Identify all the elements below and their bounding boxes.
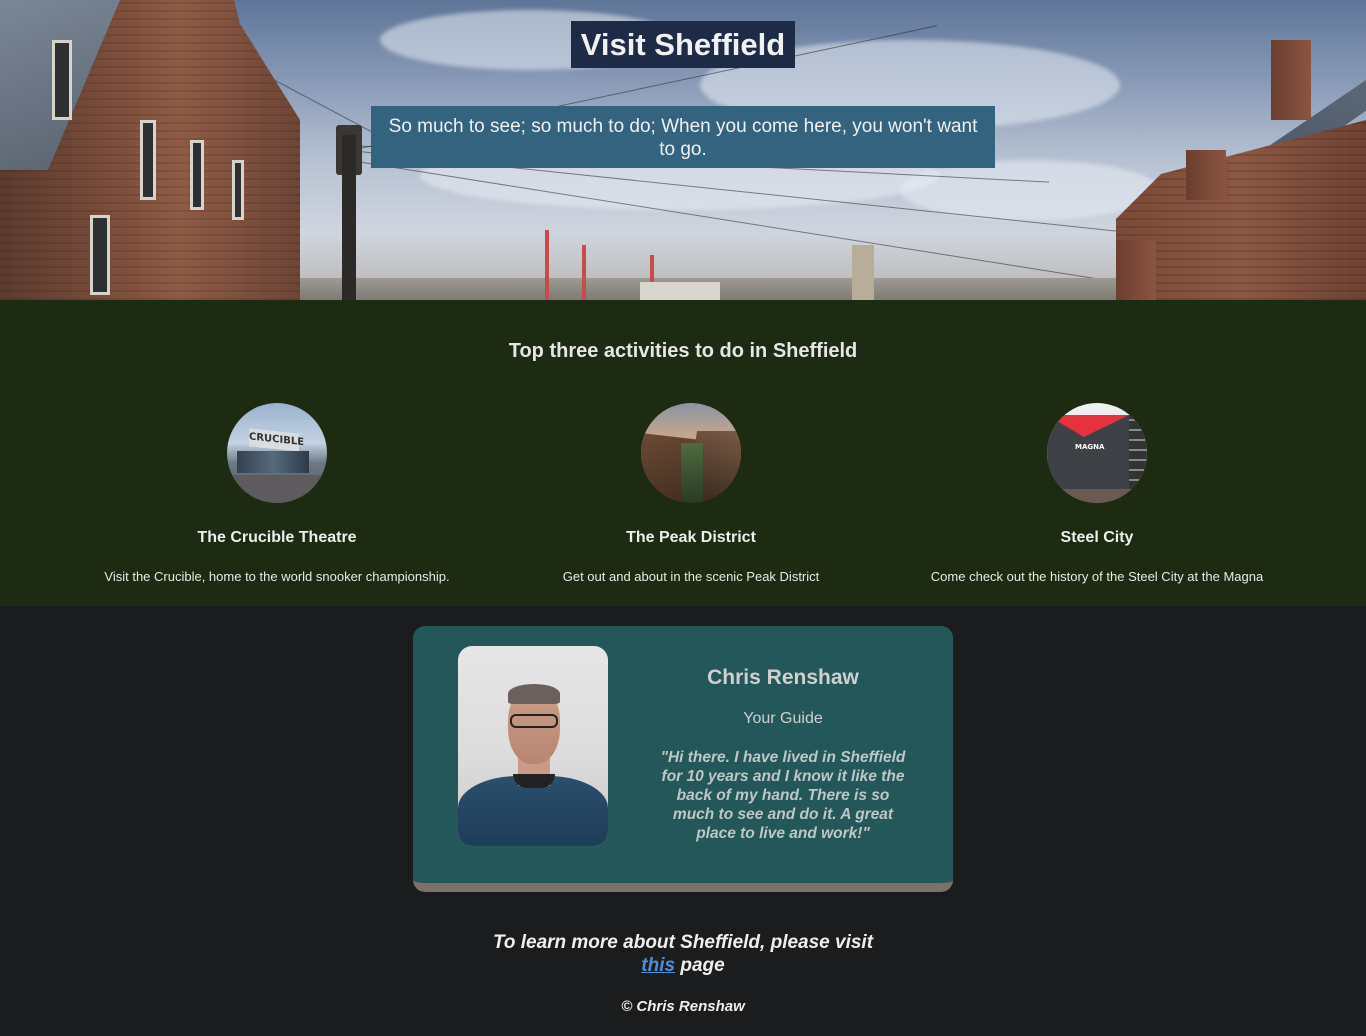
house-window xyxy=(90,215,110,295)
activity-card-peak-district: The Peak District Get out and about in t… xyxy=(491,403,891,584)
hero-banner: Visit Sheffield So much to see; so much … xyxy=(0,0,1366,300)
glasses-icon xyxy=(510,714,558,728)
hero-tagline: So much to see; so much to do; When you … xyxy=(371,106,995,168)
activity-title: The Peak District xyxy=(626,529,756,546)
chimney xyxy=(1116,240,1156,300)
learn-more-suffix: page xyxy=(680,955,725,976)
skyline-crane xyxy=(545,230,549,300)
activity-card-steel-city: MAGNA Steel City Come check out the hist… xyxy=(897,403,1297,584)
house-window xyxy=(232,160,244,220)
copyright: © Chris Renshaw xyxy=(621,998,745,1015)
magna-image: MAGNA xyxy=(1047,403,1147,503)
chimney xyxy=(1271,40,1311,120)
activity-description: Visit the Crucible, home to the world sn… xyxy=(104,569,450,584)
guide-card: Chris Renshaw Your Guide "Hi there. I ha… xyxy=(413,626,953,892)
skyline-tower xyxy=(852,245,874,300)
house-window xyxy=(52,40,72,120)
peak-district-image xyxy=(641,403,741,503)
guide-name: Chris Renshaw xyxy=(707,666,859,689)
house-window xyxy=(140,120,156,200)
crucible-theatre-image: CRUCIBLE xyxy=(227,403,327,503)
learn-more-text: To learn more about Sheffield, please vi… xyxy=(483,931,883,977)
guide-quote: "Hi there. I have lived in Sheffield for… xyxy=(660,749,906,842)
activities-heading: Top three activities to do in Sheffield xyxy=(508,340,858,362)
skyline-building xyxy=(640,282,720,300)
activity-title: Steel City xyxy=(1060,529,1134,546)
guide-avatar xyxy=(458,646,608,846)
skyline-crane xyxy=(582,245,586,300)
crucible-sign: CRUCIBLE xyxy=(249,428,304,452)
activity-card-crucible: CRUCIBLE The Crucible Theatre Visit the … xyxy=(77,403,477,584)
activity-description: Get out and about in the scenic Peak Dis… xyxy=(562,569,820,584)
activity-description: Come check out the history of the Steel … xyxy=(930,569,1264,584)
magna-sign: MAGNA xyxy=(1075,443,1105,451)
learn-more-link[interactable]: this xyxy=(641,955,675,976)
house-window xyxy=(190,140,204,210)
activity-title: The Crucible Theatre xyxy=(197,529,357,546)
chimney xyxy=(1186,150,1226,200)
guide-role: Your Guide xyxy=(743,710,823,727)
page-title: Visit Sheffield xyxy=(571,21,795,68)
telegraph-pole xyxy=(342,135,356,300)
activities-section: Top three activities to do in Sheffield … xyxy=(0,300,1366,606)
learn-more-prefix: To learn more about Sheffield, please vi… xyxy=(492,932,874,953)
